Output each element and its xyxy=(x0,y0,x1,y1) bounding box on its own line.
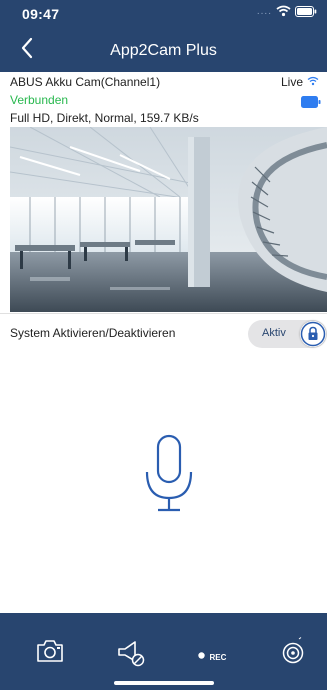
page-title: App2Cam Plus xyxy=(110,42,217,59)
motion-sensor-button[interactable] xyxy=(281,637,305,670)
siren-mute-button[interactable] xyxy=(117,639,145,672)
motion-sensor-icon xyxy=(282,637,304,664)
battery-icon xyxy=(295,5,317,17)
record-icon xyxy=(198,652,205,659)
signal-dots: .... xyxy=(256,5,272,17)
system-toggle-label: System Aktivieren/Deaktivieren xyxy=(10,326,176,340)
microphone-icon xyxy=(145,434,193,512)
microphone-area xyxy=(10,354,327,613)
bottom-toolbar: REC xyxy=(0,613,327,690)
system-toggle[interactable]: Aktiv xyxy=(248,320,327,348)
status-time: 09:47 xyxy=(22,6,60,22)
system-toggle-row: System Aktivieren/Deaktivieren Aktiv xyxy=(0,313,327,355)
microphone-button[interactable] xyxy=(141,434,197,521)
toggle-state-label: Aktiv xyxy=(262,327,286,339)
nav-bar: App2Cam Plus xyxy=(0,28,327,72)
camera-snapshot-icon xyxy=(37,640,63,662)
lock-icon xyxy=(300,321,326,347)
camera-feed-image xyxy=(10,127,327,312)
record-button[interactable]: REC xyxy=(198,647,226,665)
record-label: REC xyxy=(209,653,227,662)
wifi-icon xyxy=(276,5,291,17)
toggle-knob[interactable] xyxy=(300,321,326,347)
stream-info: Full HD, Direkt, Normal, 159.7 KB/s xyxy=(10,111,199,125)
connection-status: Verbunden xyxy=(10,93,69,107)
status-bar: 09:47 .... xyxy=(0,0,327,28)
camera-wifi-icon xyxy=(307,76,319,86)
camera-battery-icon xyxy=(301,96,321,108)
camera-live-feed[interactable] xyxy=(10,127,327,312)
camera-name: ABUS Akku Cam(Channel1) xyxy=(10,75,161,89)
siren-mute-icon xyxy=(118,641,145,667)
home-indicator[interactable] xyxy=(114,681,214,685)
status-icons: .... xyxy=(257,5,317,17)
live-label: Live xyxy=(280,75,303,89)
camera-info-panel: ABUS Akku Cam(Channel1) Verbunden Full H… xyxy=(0,72,327,127)
snapshot-button[interactable] xyxy=(36,639,64,668)
